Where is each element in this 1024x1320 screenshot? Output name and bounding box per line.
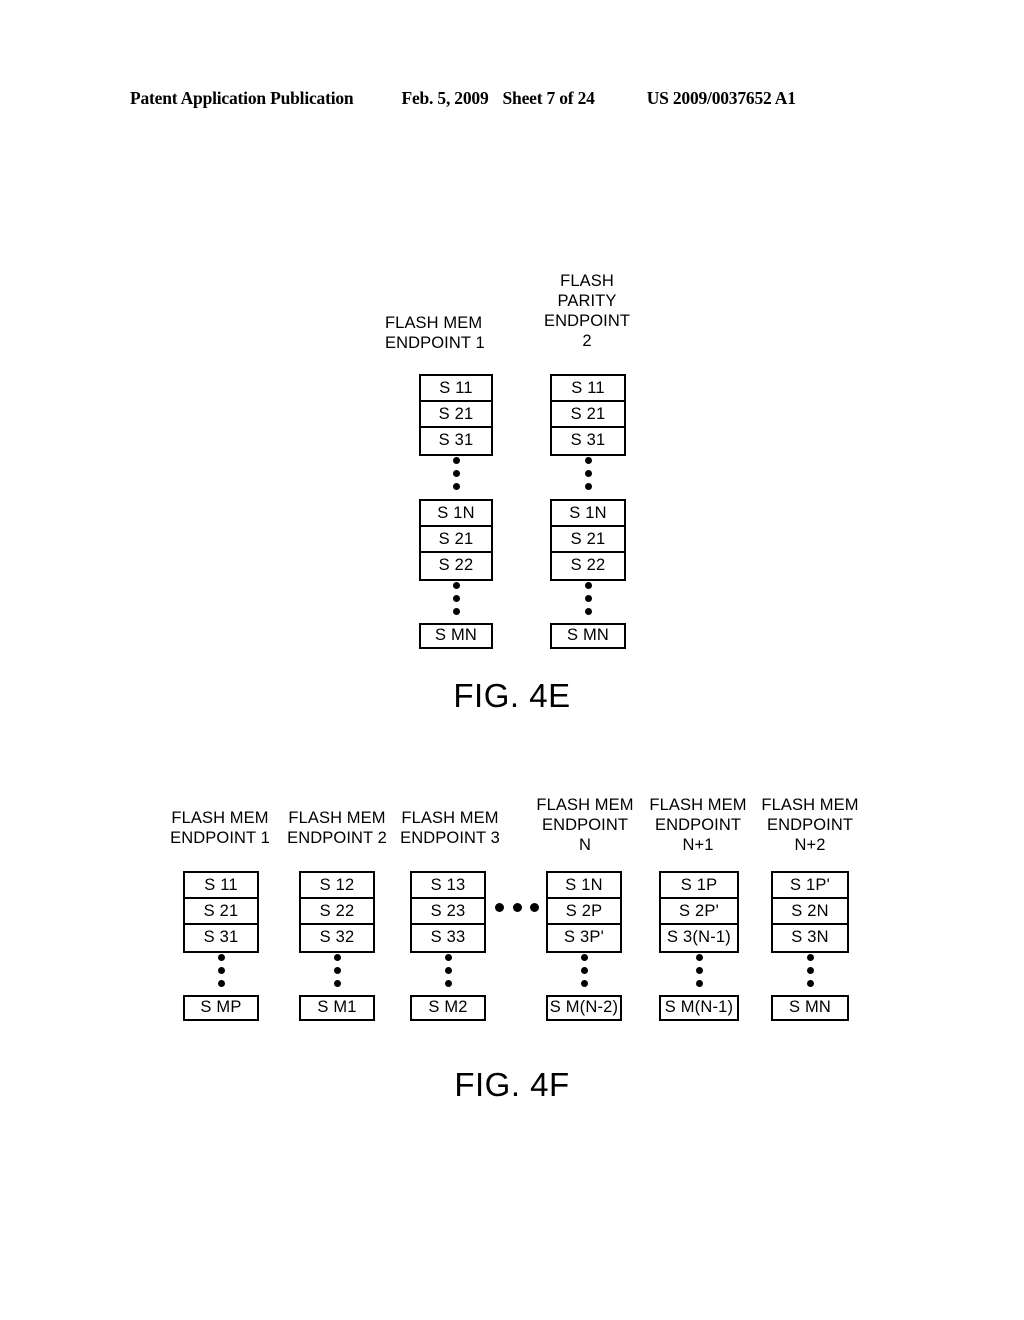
memory-cell: S M2 — [410, 995, 486, 1021]
fig4f-col6-vertical-ellipsis — [806, 954, 814, 987]
fig4f-col2-group1: S 12 S 22 S 32 — [299, 871, 375, 953]
fig4f-col3-group1: S 13 S 23 S 33 — [410, 871, 486, 953]
memory-cell: S MN — [771, 995, 849, 1021]
fig4e-col1-vertical-ellipsis-1 — [452, 457, 460, 490]
fig4e-col2-vertical-ellipsis-2 — [584, 582, 592, 615]
fig4f-column-label-3: FLASH MEM ENDPOINT 3 — [400, 809, 500, 847]
fig4e-column-label-2: FLASH PARITY ENDPOINT 2 — [543, 272, 631, 350]
fig4e-col1-group2: S 1N S 21 S 22 — [419, 499, 493, 581]
fig4f-col1-group1: S 11 S 21 S 31 — [183, 871, 259, 953]
fig4f-col2-vertical-ellipsis — [333, 954, 341, 987]
memory-cell: S 31 — [570, 431, 606, 449]
header-publication-date: Feb. 5, 2009 — [401, 88, 489, 108]
memory-cell: S 11 — [185, 873, 257, 899]
header-publication-title: Patent Application Publication — [130, 88, 354, 108]
fig4f-column-label-6: FLASH MEM ENDPOINT N+2 — [761, 796, 859, 854]
memory-cell: S M1 — [299, 995, 375, 1021]
memory-cell: S 23 — [412, 899, 484, 925]
figure-4f-caption: FIG. 4F — [454, 1066, 570, 1103]
memory-cell: S 1N — [421, 501, 491, 527]
fig4f-col4-vertical-ellipsis — [580, 954, 588, 987]
fig4f-column-label-5: FLASH MEM ENDPOINT N+1 — [649, 796, 747, 854]
fig4f-col4-group1: S 1N S 2P S 3P' — [546, 871, 622, 953]
memory-cell: S 31 — [203, 928, 239, 946]
fig4e-column-label-1: FLASH MEM ENDPOINT 1 — [385, 314, 485, 352]
memory-cell: S 2N — [773, 899, 847, 925]
memory-cell: S M(N-1) — [659, 995, 739, 1021]
memory-cell: S 3(N-1) — [667, 928, 731, 946]
memory-cell: S 1P' — [773, 873, 847, 899]
memory-cell: S 21 — [552, 527, 624, 553]
memory-cell: S 12 — [301, 873, 373, 899]
memory-cell: S 13 — [412, 873, 484, 899]
memory-cell: S 32 — [319, 928, 355, 946]
header-sheet-number: Sheet 7 of 24 — [502, 88, 595, 108]
fig4f-col5-vertical-ellipsis — [695, 954, 703, 987]
memory-cell: S 21 — [421, 402, 491, 428]
fig4f-col1-vertical-ellipsis — [217, 954, 225, 987]
memory-cell: S MP — [183, 995, 259, 1021]
fig4e-col1-vertical-ellipsis-2 — [452, 582, 460, 615]
memory-cell: S M(N-2) — [546, 995, 622, 1021]
fig4e-col1-group1: S 11 S 21 S 31 — [419, 374, 493, 456]
memory-cell: S MN — [550, 623, 626, 649]
fig4f-horizontal-ellipsis — [495, 903, 539, 912]
memory-cell: S 22 — [438, 556, 474, 574]
fig4f-column-label-4: FLASH MEM ENDPOINT N — [536, 796, 634, 854]
memory-cell: S 22 — [301, 899, 373, 925]
fig4e-col2-group1: S 11 S 21 S 31 — [550, 374, 626, 456]
fig4f-col5-group1: S 1P S 2P' S 3(N-1) — [659, 871, 739, 953]
fig4e-col2-group2: S 1N S 21 S 22 — [550, 499, 626, 581]
memory-cell: S 2P — [548, 899, 620, 925]
fig4f-col6-group1: S 1P' S 2N S 3N — [771, 871, 849, 953]
memory-cell: S 21 — [552, 402, 624, 428]
memory-cell: S 31 — [438, 431, 474, 449]
memory-cell: S 3P' — [564, 928, 604, 946]
memory-cell: S 22 — [570, 556, 606, 574]
figure-4e-caption: FIG. 4E — [453, 677, 571, 714]
fig4f-column-label-2: FLASH MEM ENDPOINT 2 — [287, 809, 387, 847]
memory-cell: S 3N — [791, 928, 829, 946]
memory-cell: S 11 — [421, 376, 491, 402]
fig4f-col3-vertical-ellipsis — [444, 954, 452, 987]
memory-cell: S 1P — [661, 873, 737, 899]
memory-cell: S 11 — [552, 376, 624, 402]
fig4e-col2-vertical-ellipsis-1 — [584, 457, 592, 490]
fig4f-column-label-1: FLASH MEM ENDPOINT 1 — [170, 809, 270, 847]
memory-cell: S 1N — [552, 501, 624, 527]
memory-cell: S 33 — [430, 928, 466, 946]
memory-cell: S 21 — [421, 527, 491, 553]
memory-cell: S 21 — [185, 899, 257, 925]
header-patent-number: US 2009/0037652 A1 — [646, 88, 796, 108]
memory-cell: S 2P' — [661, 899, 737, 925]
memory-cell: S 1N — [548, 873, 620, 899]
memory-cell: S MN — [419, 623, 493, 649]
page-header: Patent Application Publication Feb. 5, 2… — [130, 88, 894, 109]
